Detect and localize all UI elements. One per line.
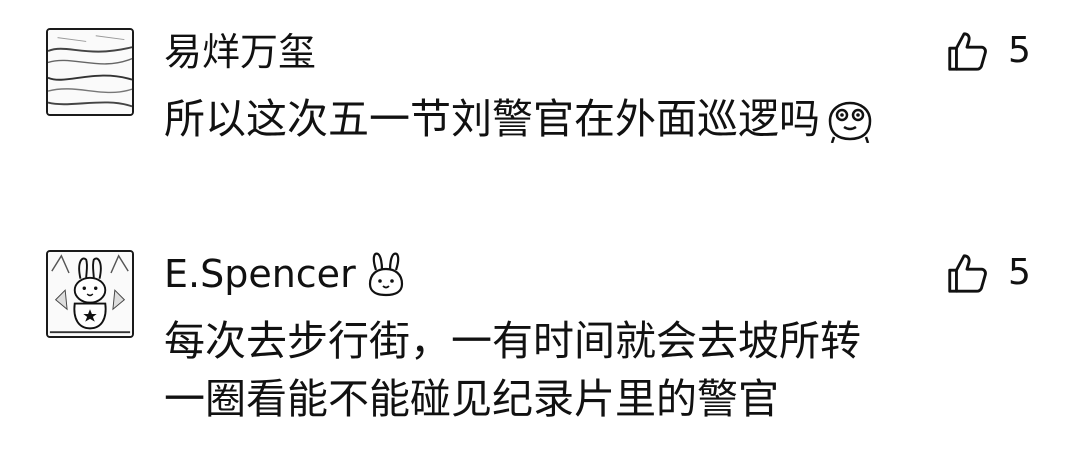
username[interactable]: E.Spencer [164,248,410,300]
thumbs-up-icon [948,32,987,71]
like-button[interactable]: 5 [944,28,1031,74]
landscape-sketch-icon [48,30,132,114]
like-count: 5 [1008,30,1031,71]
username[interactable]: 易烊万玺 [164,26,316,78]
comment-line: 每次去步行街，一有时间就会去坡所转 [164,317,861,365]
bunny-drawing-icon [48,252,132,336]
comment-text: 每次去步行街，一有时间就会去坡所转 一圈看能不能碰见纪录片里的警官 [164,312,1044,428]
like-count: 5 [1008,252,1031,293]
like-button[interactable]: 5 [944,250,1031,296]
cute-face-emoji-icon [822,93,878,143]
bunny-emoji-icon [362,250,410,298]
avatar[interactable] [46,250,134,338]
username-text: 易烊万玺 [164,30,317,74]
comment-line: 所以这次五一节刘警官在外面巡逻吗 [164,90,1044,148]
thumbs-up-icon [948,254,987,293]
comment-line: 一圈看能不能碰见纪录片里的警官 [164,375,779,423]
avatar[interactable] [46,28,134,116]
comment-line-text: 所以这次五一节刘警官在外面巡逻吗 [164,95,820,143]
comment-text: 所以这次五一节刘警官在外面巡逻吗 [164,90,1044,148]
username-text: E.Spencer [164,252,356,296]
